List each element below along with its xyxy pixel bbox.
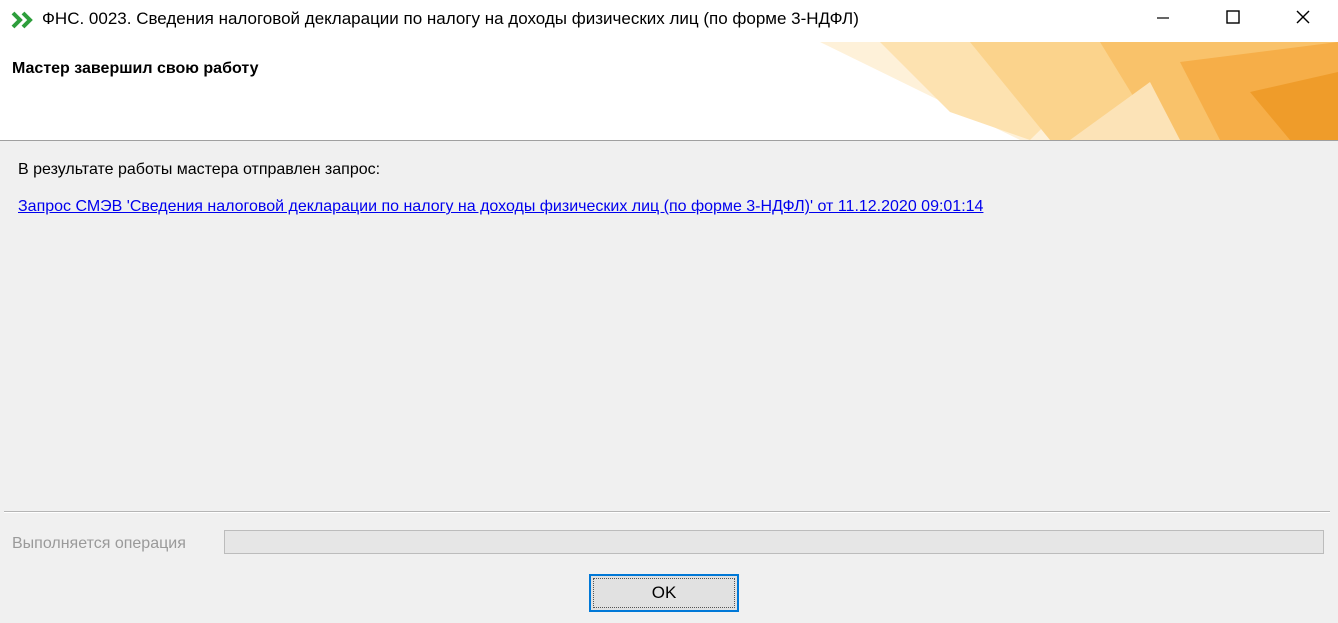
window-title: ФНС. 0023. Сведения налоговой декларации… [42, 9, 859, 28]
close-button[interactable] [1270, 0, 1336, 38]
operation-label: Выполняется операция [12, 535, 186, 552]
close-icon [1295, 9, 1311, 30]
minimize-button[interactable] [1130, 0, 1196, 38]
title-bar[interactable]: ФНС. 0023. Сведения налоговой декларации… [0, 0, 1338, 42]
wizard-window: ФНС. 0023. Сведения налоговой декларации… [0, 0, 1338, 623]
request-link[interactable]: Запрос СМЭВ 'Сведения налоговой декларац… [18, 198, 983, 216]
maximize-button[interactable] [1200, 0, 1266, 38]
result-text: В результате работы мастера отправлен за… [18, 161, 381, 178]
double-chevron-right-icon [10, 10, 36, 30]
operation-progress-bar [224, 530, 1324, 554]
maximize-icon [1225, 9, 1241, 30]
wizard-content: В результате работы мастера отправлен за… [0, 141, 1338, 511]
header-title: Мастер завершил свою работу [12, 60, 259, 77]
header-decoration [820, 42, 1338, 140]
wizard-header: Мастер завершил свою работу [0, 42, 1338, 140]
ok-button[interactable]: OK [589, 574, 739, 612]
minimize-icon [1155, 9, 1171, 30]
footer-divider-highlight [4, 512, 1330, 513]
